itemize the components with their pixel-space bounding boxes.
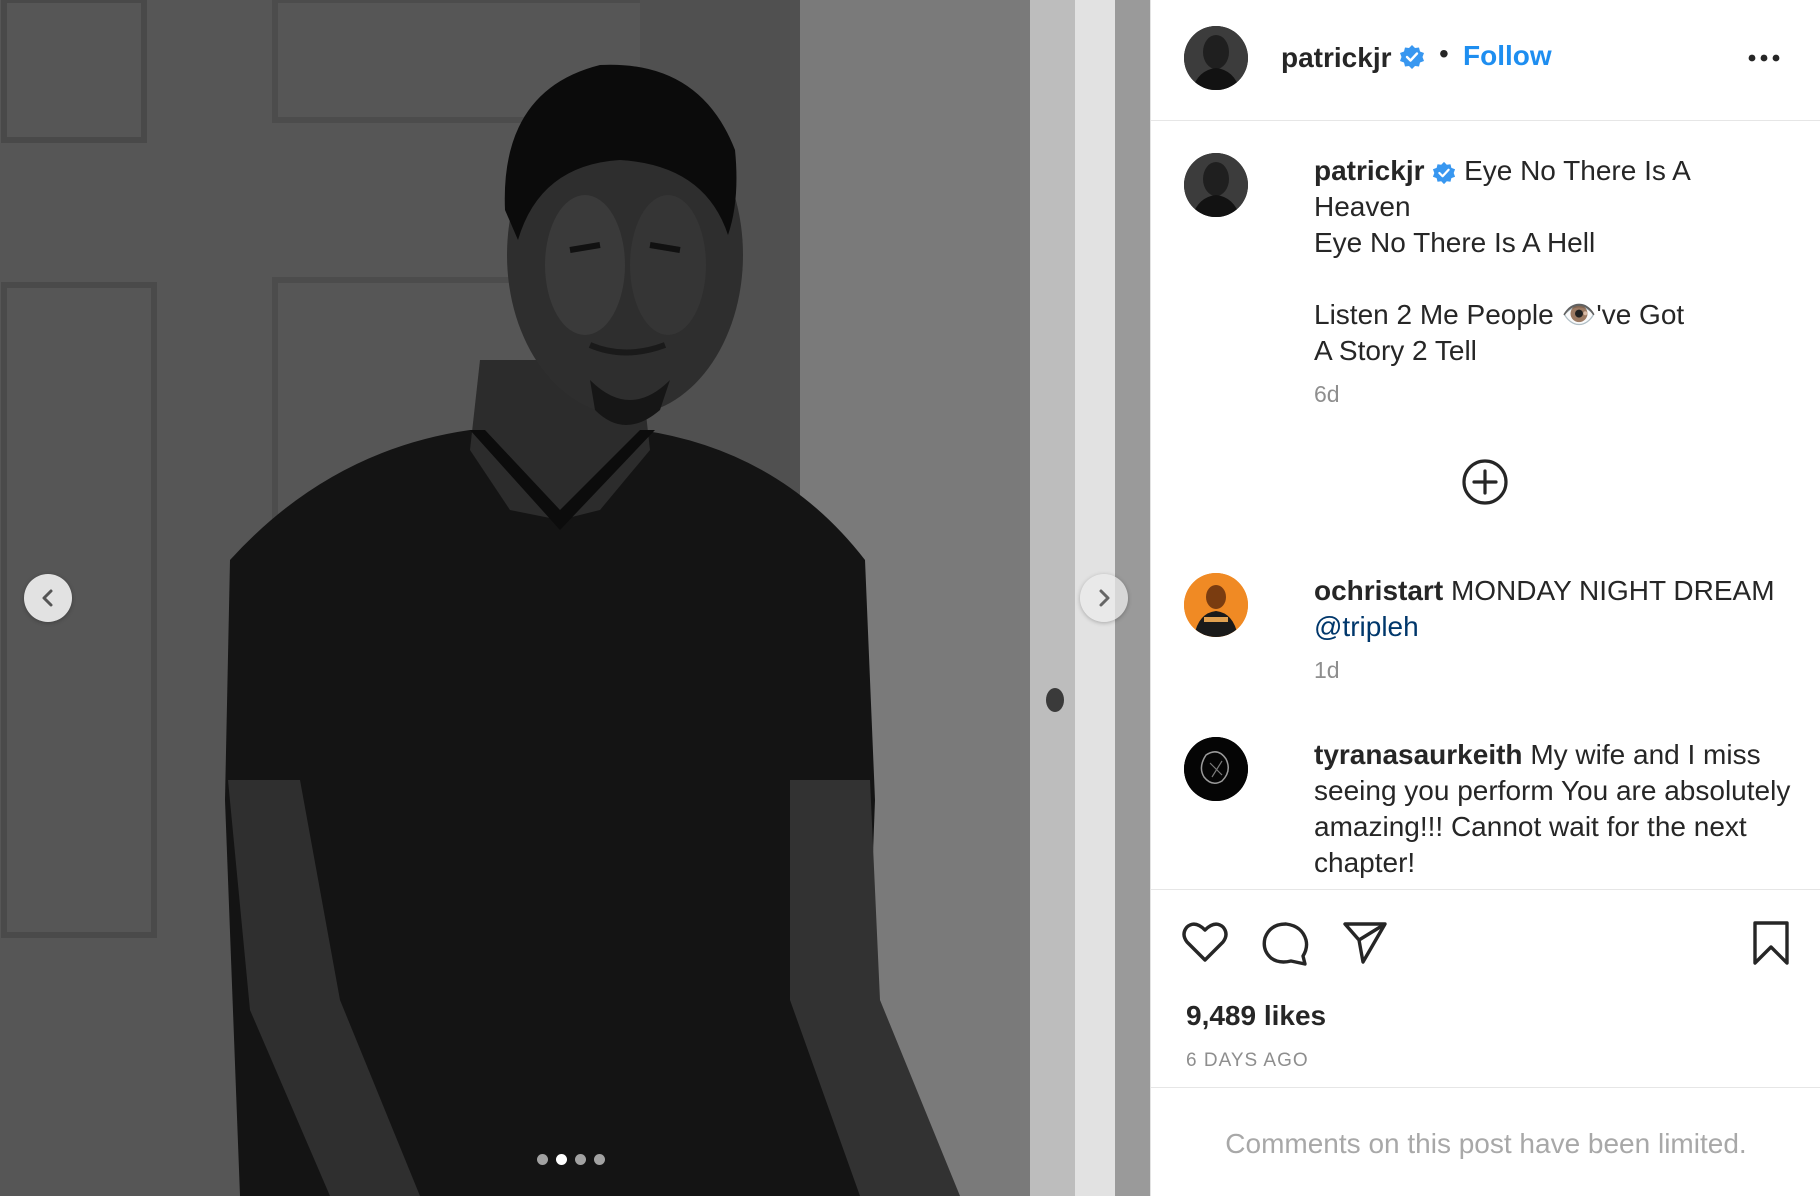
- like-button[interactable]: [1181, 920, 1229, 969]
- caption-body: patrickjr Eye No There Is A Heaven Eye N…: [1314, 153, 1814, 409]
- comment-body: ochristart MONDAY NIGHT DREAM @tripleh 1…: [1314, 573, 1814, 685]
- commenter-avatar-image: [1184, 737, 1248, 801]
- post-header: patrickjr • Follow: [1151, 0, 1820, 121]
- caption-line-6: A Story 2 Tell: [1314, 335, 1477, 366]
- comments-list[interactable]: patrickjr Eye No There Is A Heaven Eye N…: [1151, 121, 1820, 889]
- verified-icon: [1399, 44, 1425, 75]
- carousel-indicator: [537, 1154, 605, 1165]
- share-button[interactable]: [1341, 920, 1389, 971]
- share-icon: [1343, 922, 1387, 964]
- post-age: 6 DAYS AGO: [1186, 1050, 1309, 1071]
- heart-icon: [1182, 922, 1228, 962]
- caption-line-1: Eye No There Is A: [1464, 155, 1691, 186]
- caption-time: 6d: [1314, 381, 1340, 407]
- author-avatar[interactable]: [1184, 26, 1248, 90]
- caption-line-5: Listen 2 Me People 👁️'ve Got: [1314, 299, 1685, 330]
- comment-username[interactable]: ochristart: [1314, 575, 1443, 606]
- comment-text: MONDAY NIGHT DREAM: [1450, 575, 1775, 606]
- follow-button[interactable]: Follow: [1463, 40, 1552, 72]
- caption-avatar-image: [1184, 153, 1248, 217]
- caption-line-2: Heaven: [1314, 191, 1411, 222]
- caption-username[interactable]: patrickjr: [1314, 155, 1425, 186]
- chevron-right-icon: [1099, 589, 1110, 607]
- caption-author-avatar[interactable]: [1184, 153, 1248, 217]
- post-photo: [0, 0, 1150, 1196]
- add-circle-icon: [1462, 459, 1508, 505]
- author-username[interactable]: patrickjr: [1281, 42, 1392, 74]
- comment-username[interactable]: tyranasaurkeith: [1314, 739, 1523, 770]
- commenter-avatar[interactable]: [1184, 573, 1248, 637]
- comment-body: tyranasaurkeith My wife and I miss seein…: [1314, 737, 1814, 881]
- comment-button[interactable]: [1261, 920, 1309, 971]
- commenter-avatar-image: [1184, 573, 1248, 637]
- comments-limited-text: Comments on this post have been limited.: [1225, 1128, 1747, 1159]
- header-separator: •: [1439, 38, 1449, 69]
- carousel-dot: [594, 1154, 605, 1165]
- carousel-dot: [537, 1154, 548, 1165]
- more-options-button[interactable]: [1747, 50, 1781, 68]
- post-image[interactable]: [0, 0, 1150, 1196]
- carousel-dot-active: [556, 1154, 567, 1165]
- comment-time: 1d: [1314, 657, 1340, 683]
- comment-icon: [1262, 922, 1309, 966]
- next-image-button[interactable]: [1080, 574, 1128, 622]
- caption-line-3: Eye No There Is A Hell: [1314, 227, 1596, 258]
- chevron-left-icon: [42, 589, 53, 607]
- comments-limited-notice: Comments on this post have been limited.: [1151, 1087, 1820, 1198]
- author-avatar-image: [1184, 26, 1248, 90]
- save-button[interactable]: [1751, 920, 1791, 971]
- bookmark-icon: [1753, 921, 1789, 965]
- post-details-panel: patrickjr • Follow patrickjr Eye No Ther…: [1150, 0, 1820, 1196]
- carousel-dot: [575, 1154, 586, 1165]
- comment-mention-link[interactable]: @tripleh: [1314, 611, 1419, 642]
- load-more-comments-button[interactable]: [1461, 458, 1509, 506]
- more-icon: [1748, 54, 1780, 62]
- verified-icon: [1433, 161, 1456, 184]
- post-actions: 9,489 likes 6 DAYS AGO: [1151, 889, 1820, 1090]
- previous-image-button[interactable]: [24, 574, 72, 622]
- likes-count[interactable]: 9,489 likes: [1186, 1000, 1326, 1032]
- commenter-avatar[interactable]: [1184, 737, 1248, 801]
